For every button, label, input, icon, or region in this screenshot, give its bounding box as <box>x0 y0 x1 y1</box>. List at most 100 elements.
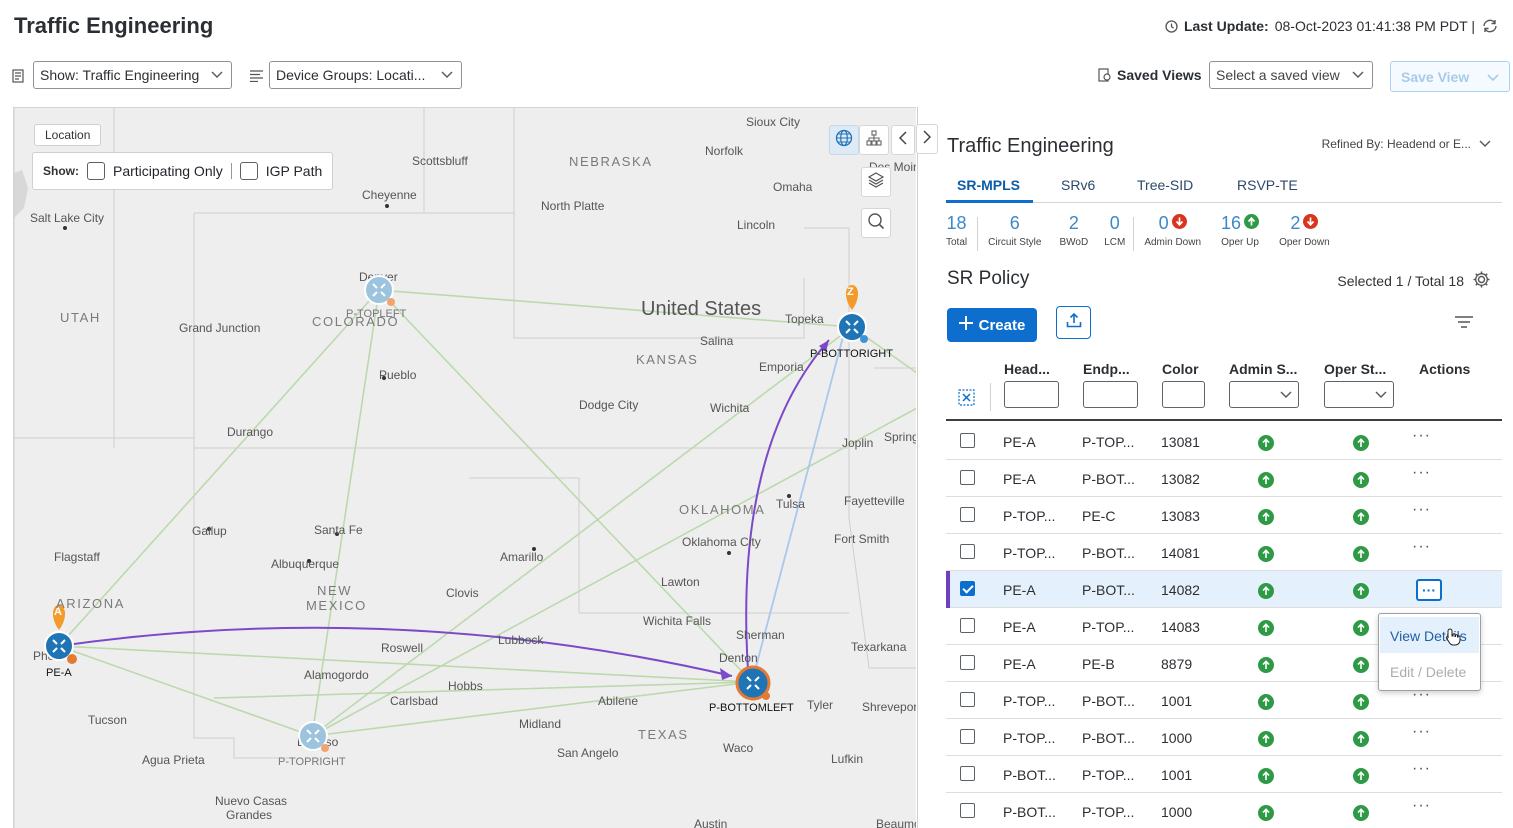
row-actions-button[interactable]: ··· <box>1412 427 1431 445</box>
oper-up-icon <box>1353 620 1369 636</box>
save-view-button[interactable]: Save View <box>1390 61 1510 92</box>
row-checkbox[interactable] <box>960 618 975 633</box>
expand-right-button[interactable] <box>916 124 938 154</box>
divider <box>230 163 232 179</box>
row-actions-button[interactable]: ··· <box>1412 501 1431 519</box>
table-row-selected[interactable]: PE-A P-BOT... 14082 ··· <box>946 571 1502 608</box>
stat-total[interactable]: 18 Total <box>946 211 977 255</box>
state-label: OKLAHOMA <box>679 502 766 517</box>
row-checkbox[interactable] <box>960 470 975 485</box>
collapse-left-button[interactable] <box>891 125 915 155</box>
row-actions-button[interactable]: ··· <box>1412 760 1431 778</box>
city-label: Waco <box>723 741 754 755</box>
row-checkbox[interactable] <box>960 766 975 781</box>
row-actions-button[interactable]: ··· <box>1412 464 1431 482</box>
show-select[interactable]: Show: Traffic Engineering <box>33 61 232 89</box>
participating-only-checkbox[interactable] <box>87 162 105 180</box>
admin-up-icon <box>1258 620 1274 636</box>
refined-by-select[interactable]: Refined By: Headend or E... <box>1322 137 1491 151</box>
map-search-button[interactable] <box>861 208 891 238</box>
selected-row-indicator <box>946 571 950 608</box>
saved-view-select[interactable]: Select a saved view <box>1209 61 1373 89</box>
table-row[interactable]: P-BOT... P-TOP... 1001 ··· <box>946 756 1502 793</box>
city-label: Oklahoma City <box>682 535 761 549</box>
table-row[interactable]: PE-A P-TOP... 13081 ··· <box>946 423 1502 460</box>
column-header-endpoint[interactable]: Endp... <box>1083 361 1130 377</box>
row-checkbox[interactable] <box>960 507 975 522</box>
state-label: UTAH <box>60 310 101 325</box>
table-row[interactable]: P-TOP... P-BOT... 14081 ··· <box>946 534 1502 571</box>
stat-oper-down[interactable]: 2 Oper Down <box>1269 211 1340 255</box>
node-p-bottomright[interactable] <box>836 311 870 350</box>
map-canvas[interactable] <box>14 108 916 828</box>
create-button[interactable]: Create <box>947 308 1037 342</box>
logical-view-button[interactable] <box>859 125 889 155</box>
stat-oper-up[interactable]: 16 Oper Up <box>1211 211 1269 255</box>
headend-cell: PE-A <box>1003 582 1036 598</box>
stat-value: 18 <box>946 212 967 233</box>
row-actions-button[interactable]: ··· <box>1412 538 1431 556</box>
row-checkbox[interactable] <box>960 544 975 559</box>
table-row[interactable]: P-TOP... PE-C 13083 ··· <box>946 497 1502 534</box>
stat-admin-down[interactable]: 0 Admin Down <box>1134 211 1211 255</box>
edit-delete-menu-item[interactable]: Edit / Delete <box>1380 653 1479 689</box>
column-header-admin-state[interactable]: Admin S... <box>1229 361 1297 377</box>
row-checkbox[interactable] <box>960 803 975 818</box>
export-button[interactable] <box>1056 306 1091 339</box>
geo-view-button[interactable] <box>829 125 859 155</box>
state-label: ARIZONA <box>56 596 125 611</box>
row-checkbox[interactable] <box>960 692 975 707</box>
column-header-actions: Actions <box>1419 361 1471 377</box>
tab-rsvp-te[interactable]: RSVP-TE <box>1237 177 1298 193</box>
city-label: Fayetteville <box>844 494 905 508</box>
stat-bwod[interactable]: 2 BWoD <box>1051 211 1096 255</box>
row-actions-button[interactable]: ··· <box>1412 797 1431 815</box>
headend-filter-input[interactable] <box>1004 381 1059 408</box>
city-label: Cheyenne <box>362 188 417 202</box>
tab-sr-mpls[interactable]: SR-MPLS <box>957 177 1020 193</box>
city-label: Midland <box>519 717 562 731</box>
city-label: Alamogordo <box>304 668 369 682</box>
layers-button[interactable] <box>861 167 891 197</box>
table-row[interactable]: P-TOP... P-BOT... 1000 ··· <box>946 719 1502 756</box>
selected-total-text: Selected 1 / Total 18 <box>1337 273 1464 289</box>
layers-icon <box>867 171 885 194</box>
te-panel: Traffic Engineering Refined By: Headend … <box>916 107 1513 828</box>
city-label: Agua Prieta <box>142 753 205 767</box>
column-header-oper-state[interactable]: Oper St... <box>1324 361 1386 377</box>
igp-path-checkbox[interactable] <box>239 162 258 180</box>
column-header-color[interactable]: Color <box>1162 361 1199 377</box>
filter-icon[interactable] <box>1455 315 1473 333</box>
row-checkbox-checked[interactable] <box>960 581 975 596</box>
admin-state-filter-select[interactable] <box>1229 381 1299 408</box>
color-filter-input[interactable] <box>1162 381 1205 408</box>
stat-lcm[interactable]: 0 LCM <box>1096 211 1133 255</box>
row-checkbox[interactable] <box>960 729 975 744</box>
endpoint-filter-input[interactable] <box>1083 381 1138 408</box>
city-label: Gallup <box>192 524 227 538</box>
table-row[interactable]: PE-A P-BOT... 13082 ··· <box>946 460 1502 497</box>
chevron-down-icon <box>1479 137 1491 151</box>
column-header-headend[interactable]: Head... <box>1004 361 1050 377</box>
device-groups-select[interactable]: Device Groups: Locati... <box>269 61 462 89</box>
tab-tree-sid[interactable]: Tree-SID <box>1137 177 1193 193</box>
status-down-icon <box>1303 213 1319 234</box>
tab-srv6[interactable]: SRv6 <box>1061 177 1095 193</box>
endpoint-cell: P-TOP... <box>1082 434 1135 450</box>
settings-gear-icon[interactable] <box>1472 270 1491 292</box>
view-details-menu-item[interactable]: View Details <box>1380 617 1479 653</box>
clear-filter-icon[interactable] <box>958 389 975 411</box>
stat-circuit-style[interactable]: 6 Circuit Style <box>978 211 1051 255</box>
city-label: Wichita Falls <box>643 614 712 628</box>
row-actions-button[interactable]: ··· <box>1412 723 1431 741</box>
endpoint-cell: P-BOT... <box>1082 545 1135 561</box>
node-p-topright[interactable] <box>297 720 331 759</box>
topology-map[interactable]: A Z NEBRASKA UTAH COLORADO KANSAS OKLAHO… <box>13 107 916 828</box>
row-checkbox[interactable] <box>960 433 975 448</box>
node-pe-a[interactable] <box>43 630 79 671</box>
oper-state-filter-select[interactable] <box>1324 381 1394 408</box>
row-actions-button-active[interactable]: ··· <box>1416 579 1442 601</box>
table-row[interactable]: P-BOT... P-TOP... 1000 ··· <box>946 793 1502 828</box>
refresh-icon[interactable] <box>1481 18 1499 34</box>
row-checkbox[interactable] <box>960 655 975 670</box>
